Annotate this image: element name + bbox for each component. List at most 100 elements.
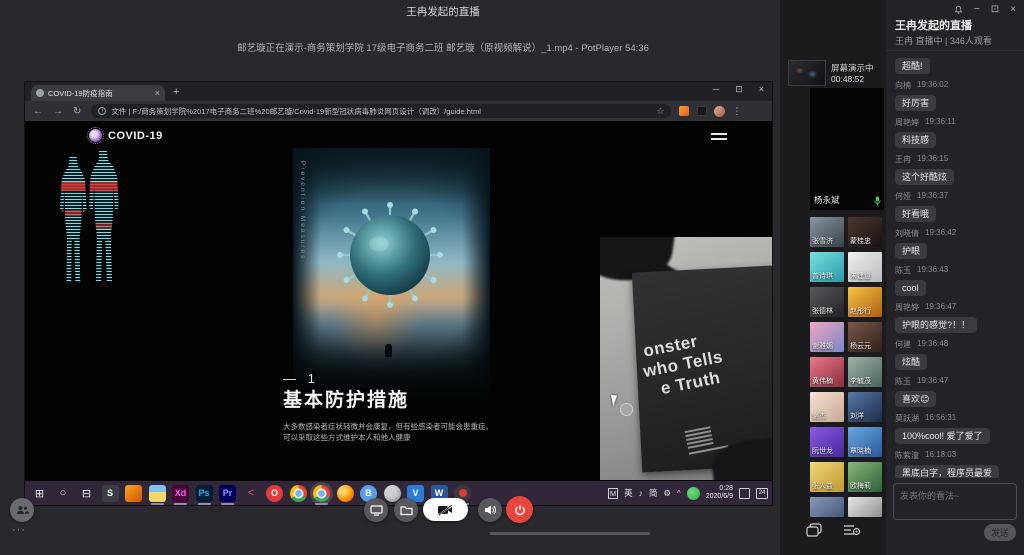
extensions-puzzle-icon[interactable] — [697, 106, 707, 116]
participant-tile[interactable]: 谢雅媚 — [810, 322, 844, 352]
participant-tile[interactable]: 李毓茂 — [848, 357, 882, 387]
camera-off-button[interactable] — [423, 498, 468, 521]
participant-tile[interactable]: 张德林 — [810, 287, 844, 317]
notification-bell-icon[interactable] — [954, 5, 963, 15]
participants-button[interactable] — [10, 498, 34, 522]
taskbar-icon[interactable] — [290, 485, 307, 502]
app-minimize-icon[interactable]: − — [974, 4, 980, 15]
taskbar-icon[interactable]: ⊞ — [31, 485, 48, 502]
participant-tile[interactable]: 朱建道 — [848, 252, 882, 282]
participant-name: 谢杰 — [812, 411, 826, 421]
back-icon[interactable]: ← — [33, 106, 43, 117]
participant-name: 朱建道 — [850, 271, 871, 281]
browser-tab[interactable]: COVID-19防疫指南 × — [31, 85, 165, 101]
participant-tile[interactable]: 谢杰 — [810, 392, 844, 422]
section-title: 基本防护措施 — [283, 385, 409, 412]
participant-tile[interactable]: 杨云元 — [848, 322, 882, 352]
layout-toggle-button[interactable] — [803, 520, 825, 540]
touch-keyboard-icon[interactable] — [739, 488, 750, 499]
taskbar-icon[interactable]: Xd — [172, 485, 189, 502]
bookmark-star-icon[interactable]: ☆ — [656, 106, 664, 117]
tray-chevron-icon[interactable]: ^ — [677, 489, 681, 498]
participant-tile[interactable] — [810, 497, 844, 517]
browser-close-icon[interactable]: × — [759, 84, 764, 95]
participant-tile[interactable]: 张人益 — [810, 462, 844, 492]
tab-close-icon[interactable]: × — [155, 88, 160, 98]
taskbar-icon[interactable]: O — [266, 485, 283, 502]
participant-tile[interactable]: 黄伟楠 — [810, 357, 844, 387]
leave-button[interactable] — [506, 496, 533, 523]
participant-name: 刘洋 — [850, 411, 864, 421]
chat-messages[interactable]: 超酷! 向楠 19:36:02 好厉害 周艳婷 19:36:11 科技感 王 — [886, 52, 1024, 478]
participant-tile[interactable]: 赵彤行 — [848, 287, 882, 317]
tray-icon[interactable]: ⚙ — [663, 488, 671, 499]
extension-icon[interactable] — [679, 106, 689, 116]
participant-tile[interactable]: 阮世龙 — [810, 427, 844, 457]
participant-tile[interactable]: 欧梅莉 — [848, 462, 882, 492]
sender-name: 何建 — [895, 339, 911, 349]
participant-tile[interactable]: 曾诗琪 — [810, 252, 844, 282]
message-time: 16:56:31 — [925, 413, 956, 423]
share-status-label: 屏幕演示中 — [831, 62, 874, 74]
stage: 王冉发起的直播 邮艺璇正在演示-商务策划学院 17级电子商务二班 邮艺璇（原视频… — [0, 0, 886, 555]
chat-panel: − ⊡ × 王冉发起的直播 王冉 直播中 | 346人观看 超酷! 向楠 19:… — [886, 0, 1024, 555]
message-bubble: 黑底白字，程序员最爱 — [895, 465, 999, 478]
taskbar-icon[interactable]: S — [102, 485, 119, 502]
page-info-icon[interactable]: i — [98, 107, 106, 115]
tray-icon[interactable]: M — [608, 488, 618, 499]
speaker-button[interactable] — [478, 498, 502, 522]
participant-name: 曾诗琪 — [812, 271, 833, 281]
tray-icon[interactable]: ♪ — [639, 488, 643, 498]
taskbar-icon[interactable] — [149, 485, 166, 502]
profile-avatar[interactable] — [714, 106, 725, 117]
address-bar[interactable]: i 文件 | F:/商务策划学院%2017电子商务二班%20邮艺璇/Covid-… — [91, 104, 671, 118]
send-button[interactable]: 发送 — [984, 524, 1016, 541]
chat-input[interactable] — [893, 483, 1017, 520]
sender-name: 何娅 — [895, 191, 911, 201]
taskbar-icon[interactable]: Pr — [219, 485, 236, 502]
forward-icon[interactable]: → — [53, 106, 63, 117]
taskbar-icon[interactable] — [313, 485, 330, 502]
taskbar-icon[interactable]: ○ — [55, 485, 72, 502]
sender-name: 王冉 — [895, 154, 911, 164]
chat-message: 陈玉 19:36:43 cool — [895, 265, 1015, 296]
participant-tile[interactable]: 覃晓楠 — [848, 427, 882, 457]
live-title: 王冉发起的直播 — [0, 4, 886, 19]
app-close-icon[interactable]: × — [1010, 4, 1016, 15]
taskbar-clock[interactable]: 0:28 2020/6/9 — [706, 485, 733, 501]
url-text: 文件 | F:/商务策划学院%2017电子商务二班%20邮艺璇/Covid-19… — [111, 106, 651, 117]
new-tab-button[interactable]: + — [173, 86, 179, 98]
share-screen-button[interactable] — [364, 498, 388, 522]
browser-restore-icon[interactable]: ⊡ — [735, 84, 743, 95]
window-handle[interactable] — [490, 532, 650, 535]
notification-center-icon[interactable]: 24 — [756, 488, 768, 499]
reload-icon[interactable]: ↻ — [73, 106, 81, 117]
message-time: 19:36:15 — [917, 154, 948, 164]
tray-icon[interactable]: 简 — [649, 487, 658, 499]
browser-minimize-icon[interactable]: ─ — [713, 84, 719, 95]
share-preview-thumbnail[interactable] — [788, 60, 826, 86]
taskbar-icon[interactable]: ⊟ — [78, 485, 95, 502]
participant-tile[interactable]: 张雪济 — [810, 217, 844, 247]
folder-button[interactable] — [394, 498, 418, 522]
tray-green-app-icon[interactable] — [687, 487, 700, 500]
taskbar-icon[interactable]: Ps — [196, 485, 213, 502]
participant-tile[interactable] — [848, 497, 882, 517]
more-options-button[interactable]: ··· — [12, 524, 26, 536]
participant-tile[interactable]: 蒙桂忠 — [848, 217, 882, 247]
taskbar-icon[interactable] — [337, 485, 354, 502]
vertical-label: Prevention Measures — [299, 161, 306, 260]
message-time: 16:18:03 — [925, 450, 956, 460]
taskbar-icon[interactable] — [384, 485, 401, 502]
tray-icon[interactable]: 英 — [624, 487, 633, 499]
speaker-video-tile[interactable]: 杨永斌 — [810, 88, 884, 210]
participant-tile[interactable]: 刘洋 — [848, 392, 882, 422]
taskbar-icon[interactable]: < — [243, 485, 260, 502]
app-restore-icon[interactable]: ⊡ — [991, 4, 999, 15]
taskbar-icon[interactable] — [125, 485, 142, 502]
participant-name: 覃晓楠 — [850, 446, 871, 456]
page-menu-icon[interactable] — [711, 133, 727, 143]
message-time: 19:36:02 — [917, 80, 948, 90]
participant-list-button[interactable] — [841, 520, 863, 540]
browser-menu-icon[interactable]: ⋮ — [732, 106, 741, 117]
